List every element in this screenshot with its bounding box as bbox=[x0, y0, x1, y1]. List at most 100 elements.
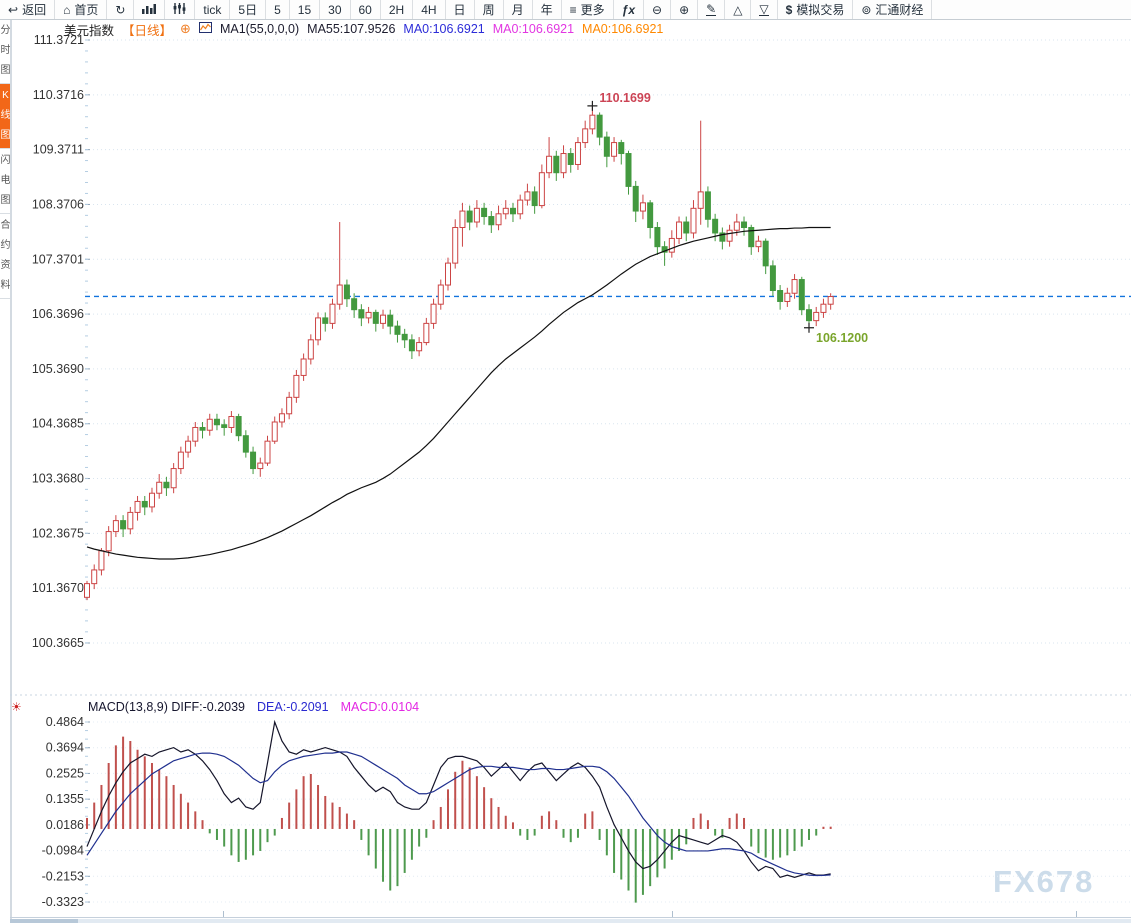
toolbar-zoom-in[interactable]: ⊕ bbox=[671, 0, 699, 19]
add-indicator-icon[interactable]: ⊕ bbox=[180, 21, 191, 37]
toolbar-period-4h[interactable]: 4H bbox=[413, 0, 446, 19]
toolbar-period-15-label: 15 bbox=[297, 2, 312, 17]
svg-text:100.3665: 100.3665 bbox=[32, 636, 84, 650]
toolbar-period-30-label: 30 bbox=[328, 2, 342, 17]
zoom-in-icon: ⊕ bbox=[679, 2, 690, 17]
candle-chart-icon bbox=[173, 3, 186, 16]
toolbar-period-2h-label: 2H bbox=[388, 2, 405, 17]
toolbar-back-label: 返回 bbox=[22, 3, 47, 17]
toolbar-period-day[interactable]: 日 bbox=[446, 0, 475, 19]
toolbar-tick-label: tick bbox=[203, 2, 222, 17]
main-chart-header: 美元指数 【日线】 ⊕ MA1(55,0,0,0) MA55:107.9526 … bbox=[64, 21, 663, 38]
toolbar-period-60[interactable]: 60 bbox=[351, 0, 381, 19]
toolbar-period-5d-label: 5日 bbox=[238, 3, 258, 17]
svg-text:0.1355: 0.1355 bbox=[46, 792, 84, 806]
toolbar-period-month-label: 月 bbox=[511, 3, 524, 17]
toolbar-back[interactable]: ↩ 返回 bbox=[0, 0, 56, 19]
back-icon: ↩ bbox=[8, 2, 19, 17]
svg-text:0.0186: 0.0186 bbox=[46, 818, 84, 832]
toolbar-fx678-brand[interactable]: ⊚ 汇通财经 bbox=[853, 0, 933, 19]
svg-text:108.3706: 108.3706 bbox=[32, 197, 84, 211]
toolbar-period-5-label: 5 bbox=[274, 2, 281, 17]
svg-text:104.3685: 104.3685 bbox=[32, 417, 84, 431]
toolbar-bar-chart[interactable] bbox=[134, 0, 166, 19]
macd-header: MACD(13,8,9) DIFF:-0.2039 DEA:-0.2091 MA… bbox=[88, 699, 419, 714]
pencil-icon: ✎ bbox=[706, 2, 717, 16]
toolbar-period-year[interactable]: 年 bbox=[533, 0, 562, 19]
toolbar-period-5[interactable]: 5 bbox=[266, 0, 290, 19]
top-toolbar: ↩ 返回 ⌂ 首页 ↻ tick 5日 5 15 30 60 2H 4H 日周月年 ≡ 更多 ƒx ⊖ ⊕ ✎ △ ▽ $ 模… bbox=[0, 0, 1131, 20]
toolbar-triangle-up[interactable]: △ bbox=[725, 0, 752, 19]
dea-value: DEA:-0.2091 bbox=[257, 699, 329, 714]
toolbar-period-day-label: 日 bbox=[453, 3, 466, 17]
period-label: 【日线】 bbox=[122, 23, 173, 38]
x-axis-tick bbox=[672, 911, 673, 917]
x-axis-tick bbox=[1076, 911, 1077, 917]
panel-divider bbox=[10, 19, 11, 923]
home-icon: ⌂ bbox=[63, 2, 71, 17]
chart-canvas: 111.3721110.3716109.3711108.3706107.3701… bbox=[10, 33, 1131, 909]
x-axis-line bbox=[10, 917, 1131, 918]
svg-text:106.3696: 106.3696 bbox=[32, 307, 84, 321]
toolbar-period-2h[interactable]: 2H bbox=[381, 0, 414, 19]
toolbar-period-week[interactable]: 周 bbox=[475, 0, 504, 19]
ma-envelope-icon[interactable] bbox=[198, 22, 212, 36]
svg-text:110.1699: 110.1699 bbox=[599, 91, 650, 105]
toolbar-triangle-down[interactable]: ▽ bbox=[751, 0, 778, 19]
toolbar-tick[interactable]: tick bbox=[195, 0, 231, 19]
toolbar-home-label: 首页 bbox=[74, 3, 99, 17]
toolbar-candle-chart[interactable] bbox=[165, 0, 196, 19]
toolbar-home[interactable]: ⌂ 首页 bbox=[55, 0, 108, 19]
toolbar-period-30[interactable]: 30 bbox=[320, 0, 351, 19]
svg-text:-0.3323: -0.3323 bbox=[42, 895, 84, 909]
svg-text:-0.0984: -0.0984 bbox=[42, 844, 84, 858]
toolbar-sim-trade-label: 模拟交易 bbox=[796, 3, 845, 17]
svg-text:106.1200: 106.1200 bbox=[816, 331, 868, 345]
macd-value: MACD:0.0104 bbox=[340, 699, 420, 714]
trading-chart-app: ↩ 返回 ⌂ 首页 ↻ tick 5日 5 15 30 60 2H 4H 日周月年 ≡ 更多 ƒx ⊖ ⊕ ✎ △ ▽ $ 模… bbox=[0, 0, 1131, 923]
toolbar-period-year-label: 年 bbox=[540, 3, 553, 17]
toolbar-period-week-label: 周 bbox=[482, 3, 495, 17]
x-axis-tick bbox=[223, 911, 224, 917]
toolbar-refresh[interactable]: ↻ bbox=[107, 0, 135, 19]
toolbar-more[interactable]: ≡ 更多 bbox=[562, 0, 614, 19]
svg-text:101.3670: 101.3670 bbox=[32, 581, 84, 595]
ma0-value-blue: MA0:106.6921 bbox=[403, 22, 485, 36]
toolbar-period-4h-label: 4H bbox=[421, 2, 437, 17]
dollar-icon: $ bbox=[785, 2, 793, 17]
svg-text:110.3716: 110.3716 bbox=[33, 88, 84, 102]
svg-text:109.3711: 109.3711 bbox=[33, 143, 84, 157]
toolbar-period-60-label: 60 bbox=[358, 2, 372, 17]
ma1-params: MA1(55,0,0,0) bbox=[219, 22, 300, 36]
toolbar-sim-trade[interactable]: $ 模拟交易 bbox=[778, 0, 854, 19]
toolbar-fx678-brand-label: 汇通财经 bbox=[875, 3, 924, 17]
chart-scrollbar-track[interactable] bbox=[10, 919, 1131, 923]
chart-scrollbar-thumb[interactable] bbox=[10, 919, 78, 923]
svg-text:107.3701: 107.3701 bbox=[32, 252, 84, 266]
svg-text:0.4864: 0.4864 bbox=[46, 715, 84, 729]
diff-value: DIFF:-0.2039 bbox=[171, 699, 246, 714]
toolbar-period-month[interactable]: 月 bbox=[504, 0, 533, 19]
zoom-out-icon: ⊖ bbox=[652, 2, 663, 17]
fx678-watermark: FX678 bbox=[993, 864, 1095, 899]
menu-icon: ≡ bbox=[569, 2, 577, 17]
triangle-down-icon: ▽ bbox=[759, 2, 769, 16]
toolbar-zoom-out[interactable]: ⊖ bbox=[644, 0, 672, 19]
fx-icon: ƒx bbox=[621, 2, 635, 17]
svg-text:-0.2153: -0.2153 bbox=[42, 869, 84, 883]
ma55-value: MA55:107.9526 bbox=[307, 22, 396, 36]
refresh-icon: ↻ bbox=[115, 2, 126, 17]
svg-text:103.3680: 103.3680 bbox=[32, 472, 84, 486]
triangle-up-icon: △ bbox=[733, 2, 743, 17]
bar-chart-icon bbox=[142, 3, 157, 16]
toolbar-indicator-fx[interactable]: ƒx bbox=[614, 0, 644, 19]
toolbar-more-label: 更多 bbox=[580, 3, 605, 17]
macd-params: MACD(13,8,9) bbox=[88, 699, 168, 714]
toolbar-period-5d[interactable]: 5日 bbox=[230, 0, 267, 19]
brand-icon: ⊚ bbox=[861, 2, 872, 17]
toolbar-period-15[interactable]: 15 bbox=[290, 0, 321, 19]
svg-text:0.3694: 0.3694 bbox=[46, 741, 84, 755]
toolbar-draw-line[interactable]: ✎ bbox=[698, 0, 726, 19]
svg-text:0.2525: 0.2525 bbox=[46, 766, 84, 780]
indicator-settings-icon[interactable]: ☀ bbox=[11, 700, 22, 714]
